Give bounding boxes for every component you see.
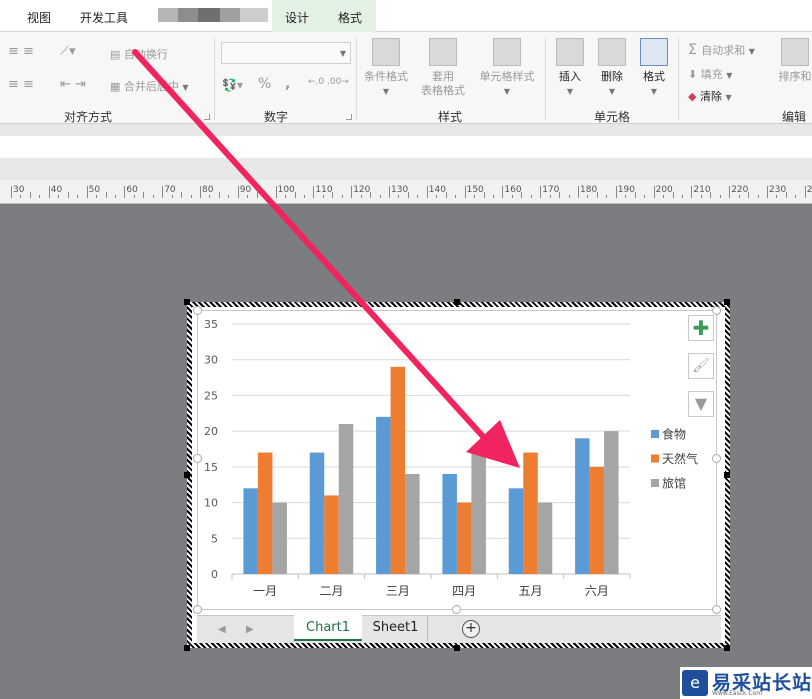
y-tick-label: 30: [204, 354, 218, 367]
scroll-right-icon[interactable]: ▶: [246, 624, 254, 635]
y-tick-label: 5: [211, 532, 218, 545]
bar-hotel: [338, 424, 354, 574]
add-sheet-button[interactable]: +: [462, 620, 480, 638]
legend-swatch: [651, 430, 659, 438]
legend-swatch: [651, 479, 659, 487]
bar-food: [508, 488, 524, 574]
bar-gas: [456, 502, 472, 574]
sheet-tab-sheet1[interactable]: Sheet1: [364, 615, 428, 641]
bar-gas: [324, 495, 339, 574]
bar-gas: [257, 452, 273, 574]
x-tick-label: 三月: [386, 584, 410, 598]
scroll-left-icon[interactable]: ◀: [218, 624, 226, 635]
x-tick-label: 五月: [518, 584, 542, 598]
bar-hotel: [537, 502, 553, 574]
chart-filters-button[interactable]: ▼: [688, 391, 714, 417]
x-tick-label: 二月: [319, 584, 343, 598]
legend-entry: 旅馆: [662, 476, 686, 491]
sheet-tab-chart1[interactable]: Chart1: [294, 615, 362, 641]
bar-hotel: [471, 452, 486, 574]
legend-swatch: [651, 454, 659, 463]
bar-food: [309, 452, 325, 574]
y-tick-label: 25: [204, 389, 218, 402]
column-chart: 0 5 10 15 20 25 30 35 一月 二月 三月 四月 五月 六月 食物天然气旅馆: [204, 318, 698, 598]
bar-hotel: [405, 474, 420, 574]
plus-circle-icon: +: [465, 620, 477, 636]
bar-gas: [390, 366, 406, 574]
legend-entry: 食物: [662, 427, 686, 442]
bar-food: [376, 416, 391, 574]
watermark-subtitle: Www.Easck.Com: [712, 690, 763, 697]
watermark-logo-icon: e: [682, 670, 708, 696]
bar-food: [442, 474, 457, 574]
legend-entry: 天然气: [662, 451, 698, 466]
chart-styles-button[interactable]: 🖌: [688, 353, 714, 379]
chart-elements-button[interactable]: ✚: [688, 315, 714, 341]
sheet-tab-bar: [197, 615, 721, 643]
x-tick-label: 四月: [452, 584, 476, 598]
filter-icon: ▼: [694, 394, 708, 413]
bar-food: [575, 438, 590, 574]
y-tick-label: 10: [204, 497, 218, 510]
bar-gas: [589, 466, 605, 574]
y-tick-label: 15: [204, 461, 218, 474]
bar-hotel: [604, 431, 619, 574]
bar-hotel: [272, 502, 287, 574]
bar-gas: [523, 452, 538, 574]
x-tick-label: 一月: [253, 584, 277, 598]
y-tick-label: 20: [204, 425, 218, 438]
y-tick-label: 0: [211, 568, 218, 581]
brush-icon: 🖌: [692, 358, 710, 374]
plus-icon: ✚: [692, 316, 710, 340]
bar-food: [243, 488, 258, 574]
y-tick-label: 35: [204, 318, 218, 331]
x-tick-label: 六月: [585, 584, 609, 598]
